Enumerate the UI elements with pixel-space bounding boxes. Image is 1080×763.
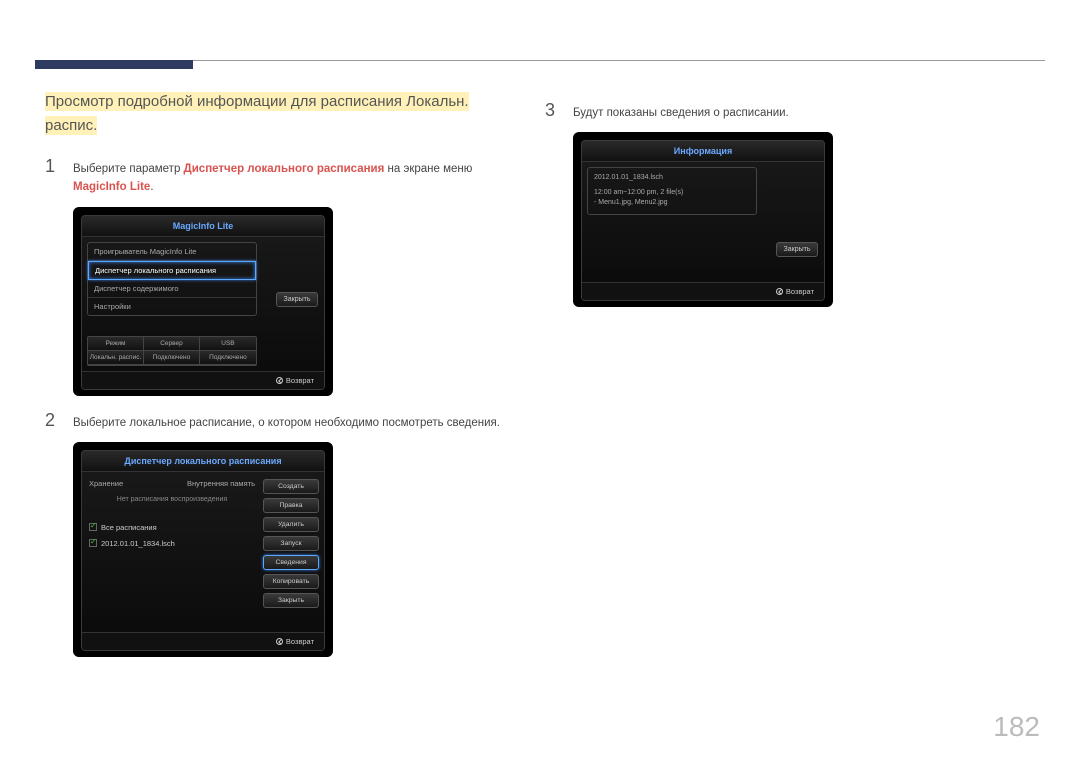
schedule-item-row[interactable]: 2012.01.01_1834.lsch [87,535,257,551]
step-3-text: Будут показаны сведения о расписании. [573,100,789,122]
btn-delete[interactable]: Удалить [263,517,319,532]
btn-copy[interactable]: Копировать [263,574,319,589]
device3-close-button[interactable]: Закрыть [776,242,818,257]
all-schedules-row[interactable]: Все расписания [87,519,257,535]
device1-close-button[interactable]: Закрыть [276,292,318,307]
step-2: 2 Выберите локальное расписание, о котор… [45,410,535,432]
checkbox-icon [89,523,97,531]
btn-run[interactable]: Запуск [263,536,319,551]
btn-details[interactable]: Сведения [263,555,319,570]
btn-edit[interactable]: Правка [263,498,319,513]
section-title-line1: Просмотр подробной информации для распис… [45,92,469,111]
no-schedule-text: Нет расписания воспроизведения [87,490,257,509]
device1-status-table: Режим Сервер USB Локальн. распис. Подклю… [87,336,257,366]
page-number: 182 [993,711,1040,743]
btn-close[interactable]: Закрыть [263,593,319,608]
step-2-text: Выберите локальное расписание, о котором… [73,410,500,432]
step-3: 3 Будут показаны сведения о расписании. [545,100,1035,122]
return-icon [776,288,783,295]
section-title-line2: распис. [45,116,97,135]
section-title-block: Просмотр подробной информации для распис… [45,90,525,138]
device2-title: Диспетчер локального расписания [82,451,324,472]
info-box: 2012.01.01_1834.lsch 12:00 am~12:00 pm, … [587,167,757,215]
device3-footer: Возврат [582,282,824,300]
device3-title: Информация [582,141,824,162]
menu-item-local-schedule[interactable]: Диспетчер локального расписания [88,261,256,280]
step-1-text: Выберите параметр Диспетчер локального р… [73,156,472,197]
device-screenshot-schedule-manager: Диспетчер локального расписания Хранение… [73,442,333,657]
checkbox-icon [89,539,97,547]
return-icon [276,377,283,384]
storage-value: Внутренняя память [187,479,255,488]
return-icon [276,638,283,645]
info-filename: 2012.01.01_1834.lsch [594,173,750,184]
device1-menu: Проигрыватель MagicInfo Lite Диспетчер л… [87,242,257,316]
storage-label: Хранение [89,479,123,488]
step-number: 1 [45,156,59,177]
info-time-files: 12:00 am~12:00 pm, 2 file(s) [594,188,750,199]
step-number: 2 [45,410,59,431]
header-accent-bar [35,60,193,69]
menu-item-settings[interactable]: Настройки [88,298,256,315]
device1-title: MagicInfo Lite [82,216,324,237]
device-screenshot-information: Информация 2012.01.01_1834.lsch 12:00 am… [573,132,833,307]
step-number: 3 [545,100,559,121]
device1-footer: Возврат [82,371,324,389]
btn-create[interactable]: Создать [263,479,319,494]
info-file-list: - Menu1.jpg, Menu2.jpg [594,198,750,209]
device-screenshot-magicinfo: MagicInfo Lite Проигрыватель MagicInfo L… [73,207,333,396]
device2-footer: Возврат [82,632,324,650]
step-1: 1 Выберите параметр Диспетчер локального… [45,156,535,197]
menu-item-content-manager[interactable]: Диспетчер содержимого [88,280,256,298]
menu-item-player[interactable]: Проигрыватель MagicInfo Lite [88,243,256,261]
